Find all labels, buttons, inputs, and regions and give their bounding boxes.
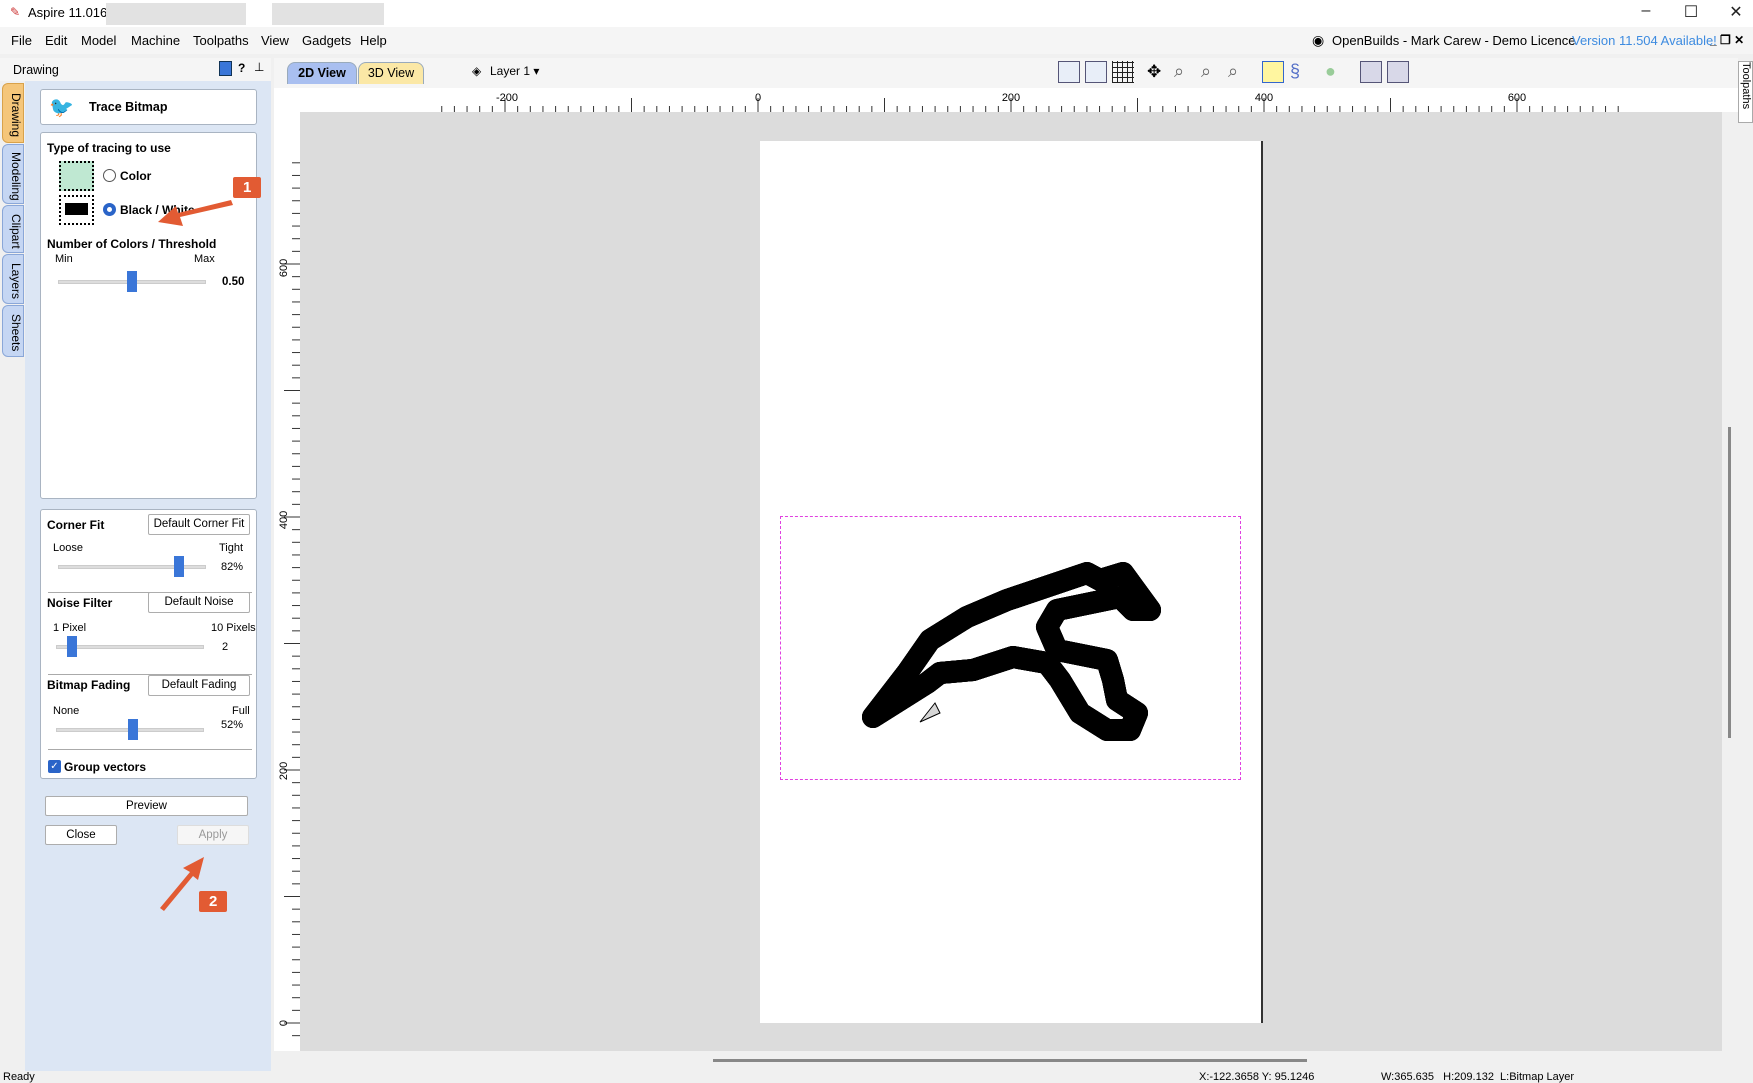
user-icon: ◉: [1312, 32, 1325, 48]
version-link[interactable]: Version 11.504 Available!: [1572, 33, 1717, 48]
layer-icon: ◈: [472, 64, 482, 78]
ruler-label-h: -200: [496, 92, 518, 104]
zoom-all-icon[interactable]: ⌕: [1201, 61, 1211, 82]
arrow-2: [160, 857, 204, 911]
side-tab-toolpaths[interactable]: Toolpaths: [1738, 61, 1753, 123]
licence-text: OpenBuilds - Mark Carew - Demo Licence: [1332, 33, 1576, 48]
close-window-button[interactable]: ✕: [1716, 2, 1753, 22]
node-edit-icon[interactable]: §: [1290, 61, 1300, 82]
zoom-box-icon[interactable]: ⌕: [1174, 61, 1184, 82]
vector-select-icon[interactable]: [1262, 61, 1284, 83]
ruler-label-v: 600: [278, 259, 290, 277]
annotation-badge-1: 1: [233, 177, 262, 198]
arrow-1: [158, 200, 233, 226]
ruler-label-h: 0: [755, 92, 761, 104]
ruler-label-v: 200: [278, 762, 290, 780]
lighting-icon[interactable]: ●: [1325, 61, 1336, 82]
mdi-controls[interactable]: _ ❐ ✕: [1710, 33, 1744, 47]
track-fragment: [919, 702, 941, 723]
status-bar: Ready X:-122.3658 Y: 95.1246 W:365.635 H…: [0, 1071, 1753, 1083]
ruler-label-h: 600: [1508, 92, 1526, 104]
pan-icon[interactable]: ✥: [1147, 62, 1161, 82]
annotation-arrows: [158, 200, 233, 911]
status-text: Ready: [3, 1071, 35, 1083]
ruler-label-v: 400: [278, 511, 290, 529]
annotation-badge-2: 2: [199, 891, 228, 912]
layout-vertical-icon[interactable]: [1387, 61, 1409, 83]
tab-2d-view-label: 2D View: [298, 66, 346, 80]
traced-vectors[interactable]: [840, 540, 1180, 760]
zoom-selection-icon[interactable]: ⌕: [1228, 61, 1238, 82]
vertical-scrollbar[interactable]: [1728, 427, 1731, 738]
ruler-label-h: 400: [1255, 92, 1273, 104]
grid-icon[interactable]: [1112, 61, 1134, 83]
selection-dimensions: W:365.635 H:209.132 L:Bitmap Layer: [1381, 1071, 1575, 1083]
tab-3d-view[interactable]: 3D View: [358, 62, 424, 84]
layout-horizontal-icon[interactable]: [1360, 61, 1382, 83]
minimize-button[interactable]: –: [1626, 2, 1666, 20]
ruler-label-h: 200: [1002, 92, 1020, 104]
cursor-coordinates: X:-122.3658 Y: 95.1246: [1199, 1071, 1315, 1083]
menu-gadgets[interactable]: Gadgets: [302, 33, 351, 48]
ruler-label-v: 0: [278, 1020, 290, 1026]
maximize-button[interactable]: ☐: [1671, 2, 1711, 22]
snap-options-icon[interactable]: [1085, 61, 1107, 83]
layer-dropdown[interactable]: Layer 1 ▾: [490, 64, 539, 78]
tab-2d-view[interactable]: 2D View: [287, 62, 357, 84]
horizontal-scrollbar[interactable]: [713, 1059, 1307, 1062]
menu-help[interactable]: Help: [360, 33, 387, 48]
set-job-size-icon[interactable]: [1058, 61, 1080, 83]
